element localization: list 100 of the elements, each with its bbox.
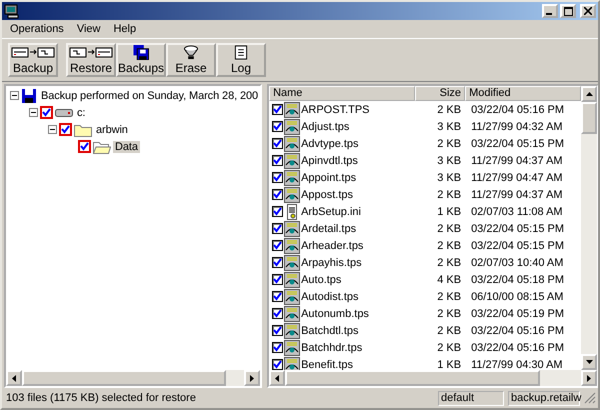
file-size: 1 KB [436, 206, 462, 218]
file-name[interactable]: Arpayhis.tps [301, 256, 362, 268]
scroll-down-button[interactable] [581, 354, 598, 370]
scroll-left-button[interactable] [269, 370, 286, 386]
status-message: 103 files (1175 KB) selected for restore [6, 392, 197, 404]
file-name[interactable]: Batchdtl.tps [301, 324, 359, 336]
vertical-scrollbar[interactable] [581, 86, 598, 370]
checkbox[interactable] [272, 359, 284, 370]
file-size: 3 KB [436, 120, 462, 132]
maximize-button[interactable] [560, 4, 576, 18]
menu-item[interactable]: View [70, 23, 108, 35]
checkbox[interactable] [59, 123, 72, 136]
data-file-icon [284, 306, 300, 322]
file-name[interactable]: Ardetail.tps [301, 222, 356, 234]
checkbox[interactable] [272, 257, 284, 268]
modified-date: 11/27/99 04:32 AM [470, 120, 564, 132]
modified-date: 03/22/04 05:19 PM [470, 308, 566, 320]
collapse-toggle[interactable] [48, 125, 57, 134]
collapse-toggle[interactable] [29, 108, 38, 117]
file-name[interactable]: Batchhdr.tps [301, 342, 362, 354]
file-size: 2 KB [436, 240, 462, 252]
checkbox[interactable] [272, 155, 284, 166]
toolbar-button[interactable]: Erase [166, 43, 216, 77]
file-size: 2 KB [436, 342, 462, 354]
tree-item[interactable]: arbwin [94, 124, 130, 136]
file-name[interactable]: Auto.tps [301, 274, 342, 286]
toolbar-button[interactable]: Restore [66, 43, 116, 77]
scroll-right-button[interactable] [581, 370, 598, 386]
modified-date: 11/27/99 04:37 AM [470, 154, 564, 166]
file-name[interactable]: Appost.tps [301, 188, 354, 200]
open-folder-icon [93, 140, 111, 154]
column-header[interactable]: Name [269, 86, 416, 101]
scroll-thumb[interactable] [285, 370, 540, 386]
modified-date: 11/27/99 04:30 AM [470, 358, 564, 370]
menu-item[interactable]: Help [107, 23, 144, 35]
horizontal-scrollbar[interactable] [6, 370, 260, 386]
file-name[interactable]: Apinvdtl.tps [301, 154, 358, 166]
close-button[interactable] [580, 4, 596, 18]
checkbox[interactable] [272, 121, 284, 132]
file-name[interactable]: Autodist.tps [301, 290, 359, 302]
data-file-icon [284, 356, 300, 370]
data-file-icon [284, 322, 300, 338]
file-size: 2 KB [436, 324, 462, 336]
column-header[interactable]: Size [415, 86, 466, 101]
file-name[interactable]: Arheader.tps [301, 240, 364, 252]
funnel-icon [182, 45, 200, 60]
toolbar-button[interactable]: Backup [8, 43, 58, 77]
tree-item[interactable]: Data [113, 140, 140, 152]
checkbox[interactable] [272, 223, 284, 234]
file-name[interactable]: Appoint.tps [301, 172, 356, 184]
checkbox[interactable] [272, 325, 284, 336]
scroll-right-button[interactable] [244, 370, 260, 386]
checkbox[interactable] [272, 274, 284, 285]
toolbar-button[interactable]: Backups [116, 43, 166, 77]
checkbox[interactable] [272, 104, 284, 115]
collapse-toggle[interactable] [10, 91, 19, 100]
file-size: 2 KB [436, 256, 462, 268]
scroll-up-button[interactable] [581, 86, 598, 102]
scroll-thumb[interactable] [22, 370, 226, 386]
column-header[interactable]: Modified [465, 86, 582, 101]
data-file-icon [284, 238, 300, 254]
file-name[interactable]: Adjust.tps [301, 120, 350, 132]
checkbox[interactable] [272, 342, 284, 353]
checkbox[interactable] [272, 240, 284, 251]
data-file-icon [284, 288, 300, 304]
file-name[interactable]: ARPOST.TPS [301, 104, 370, 116]
file-name[interactable]: ArbSetup.ini [301, 206, 361, 218]
left-arrow-icon [275, 374, 280, 382]
checkbox[interactable] [272, 308, 284, 319]
drive-icon [55, 108, 73, 118]
checkbox[interactable] [272, 172, 284, 183]
minimize-button[interactable] [542, 4, 558, 18]
data-file-icon [284, 340, 300, 356]
file-size: 2 KB [436, 222, 462, 234]
checkbox[interactable] [272, 189, 284, 200]
checkbox[interactable] [272, 291, 284, 302]
data-file-icon [284, 152, 300, 168]
data-file-icon [284, 102, 300, 118]
tree-item[interactable]: Backup performed on Sunday, March 28, 200 [39, 90, 260, 102]
status-panel: default [438, 390, 504, 406]
file-name[interactable]: Benefit.tps [301, 358, 354, 370]
file-size: 2 KB [436, 308, 462, 320]
file-name[interactable]: Autonumb.tps [301, 308, 369, 320]
file-name[interactable]: Advtype.tps [301, 138, 359, 150]
left-arrow-icon [12, 374, 16, 382]
menu-item[interactable]: Operations [4, 23, 71, 35]
horizontal-scrollbar[interactable] [269, 370, 598, 386]
file-size: 4 KB [436, 274, 462, 286]
resize-grip-icon [584, 392, 596, 404]
file-size: 1 KB [436, 358, 462, 370]
checkbox[interactable] [78, 140, 91, 153]
toolbar-button[interactable]: Log [216, 43, 266, 77]
checkbox[interactable] [272, 138, 284, 149]
checkbox[interactable] [272, 206, 284, 217]
checkbox[interactable] [40, 106, 53, 119]
tree-item[interactable]: c: [75, 106, 88, 118]
scroll-left-button[interactable] [6, 370, 22, 386]
floppy-disks-icon [132, 45, 150, 60]
file-size: 2 KB [436, 138, 462, 150]
scroll-thumb[interactable] [581, 102, 598, 134]
